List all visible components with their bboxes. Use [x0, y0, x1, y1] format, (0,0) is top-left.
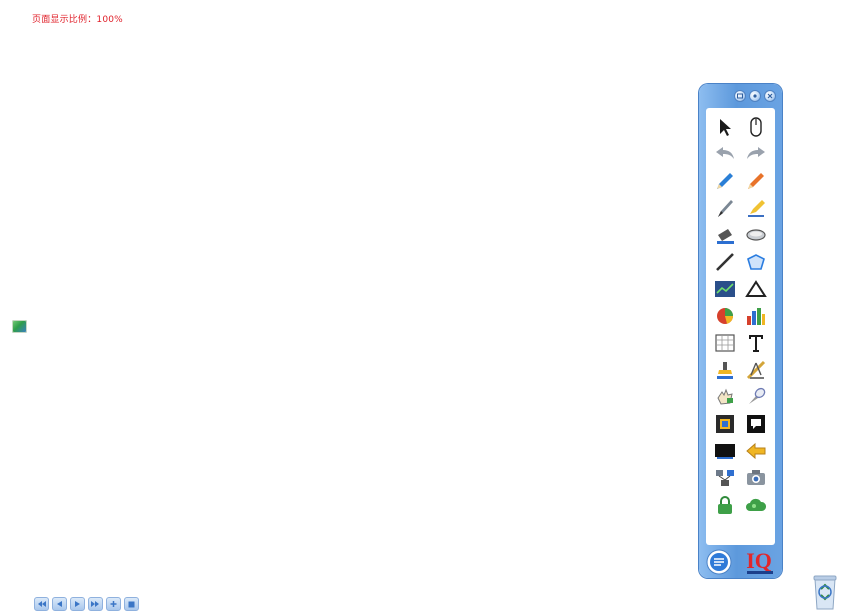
- pen-orange-icon[interactable]: [743, 168, 769, 194]
- pin-icon[interactable]: [749, 90, 761, 102]
- text-icon[interactable]: [743, 330, 769, 356]
- line-icon[interactable]: [712, 249, 738, 275]
- pie-chart-icon[interactable]: [712, 303, 738, 329]
- page-add-icon[interactable]: [106, 597, 121, 611]
- eraser-icon[interactable]: [743, 222, 769, 248]
- screen-icon[interactable]: [712, 438, 738, 464]
- back-arrow-icon[interactable]: [743, 438, 769, 464]
- bucket-eraser-icon[interactable]: [712, 222, 738, 248]
- zoom-level-label: 页面显示比例：100%: [32, 15, 123, 25]
- spotlight-icon[interactable]: [743, 384, 769, 410]
- logo-text: IQ: [746, 547, 772, 573]
- page-next-icon[interactable]: [70, 597, 85, 611]
- select-arrow-icon[interactable]: [712, 114, 738, 140]
- line-chart-icon[interactable]: [712, 276, 738, 302]
- bar-chart-icon[interactable]: [743, 303, 769, 329]
- toolbar-header[interactable]: [699, 84, 782, 108]
- redo-icon[interactable]: [743, 141, 769, 167]
- close-icon[interactable]: [764, 90, 776, 102]
- toolbar-footer: IQ: [699, 545, 782, 578]
- ruler-compass-icon[interactable]: [743, 357, 769, 383]
- stamp-icon[interactable]: [712, 357, 738, 383]
- camera-icon[interactable]: [743, 465, 769, 491]
- pen-blue-icon[interactable]: [712, 168, 738, 194]
- page-navigation: [34, 597, 139, 611]
- mouse-icon[interactable]: [743, 114, 769, 140]
- highlighter-icon[interactable]: [743, 195, 769, 221]
- network-icon[interactable]: [712, 465, 738, 491]
- grid-icon[interactable]: [712, 330, 738, 356]
- undo-icon[interactable]: [712, 141, 738, 167]
- recycle-bin-icon[interactable]: [812, 573, 838, 611]
- cloud-icon[interactable]: [743, 492, 769, 518]
- page-delete-icon[interactable]: [124, 597, 139, 611]
- note-icon[interactable]: [743, 411, 769, 437]
- floating-toolbar: IQ: [699, 84, 782, 578]
- toolbar-tools: [706, 108, 775, 545]
- magnifier-frame-icon[interactable]: [712, 411, 738, 437]
- brush-icon[interactable]: [712, 195, 738, 221]
- lock-icon[interactable]: [712, 492, 738, 518]
- triangle-icon[interactable]: [743, 276, 769, 302]
- page-first-icon[interactable]: [34, 597, 49, 611]
- page-last-icon[interactable]: [88, 597, 103, 611]
- side-panel-icon[interactable]: [12, 320, 27, 333]
- menu-icon[interactable]: [706, 549, 732, 575]
- restore-icon[interactable]: [734, 90, 746, 102]
- logo-icon[interactable]: IQ: [745, 547, 775, 575]
- screenshot-hand-icon[interactable]: [712, 384, 738, 410]
- shape-fill-icon[interactable]: [743, 249, 769, 275]
- page-prev-icon[interactable]: [52, 597, 67, 611]
